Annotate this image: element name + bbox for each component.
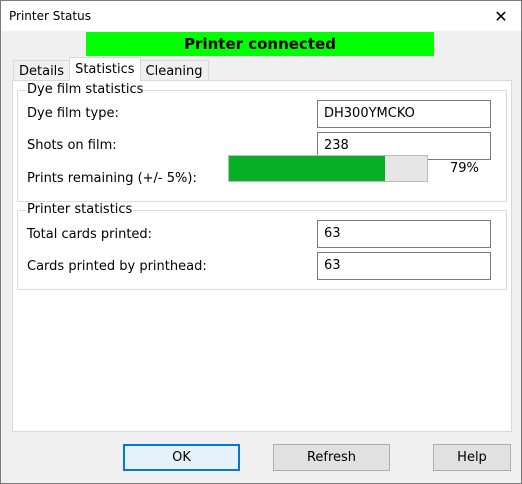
close-icon: ✕ (494, 6, 508, 26)
dye-film-group: Dye film statistics Dye film type: DH300… (17, 82, 507, 202)
tab-statistics[interactable]: Statistics (69, 57, 141, 81)
ok-button[interactable]: OK (123, 444, 240, 471)
printhead-cards-value: 63 (324, 258, 341, 273)
dye-film-type-field[interactable]: DH300YMCKO (317, 100, 491, 128)
tab-strip: Details Statistics Cleaning (13, 57, 209, 81)
refresh-button-label: Refresh (306, 450, 357, 465)
tab-details-label: Details (19, 63, 65, 79)
title-bar: Printer Status ✕ (1, 1, 521, 31)
total-cards-field[interactable]: 63 (317, 220, 491, 248)
prints-remaining-label: Prints remaining (+/- 5%): (27, 171, 197, 186)
printhead-cards-field[interactable]: 63 (317, 252, 491, 280)
tab-cleaning-label: Cleaning (145, 63, 203, 79)
total-cards-value: 63 (324, 226, 341, 241)
printhead-cards-label: Cards printed by printhead: (27, 259, 207, 274)
refresh-button[interactable]: Refresh (273, 444, 390, 471)
prints-remaining-percent: 79% (450, 161, 479, 176)
tab-details[interactable]: Details (13, 60, 71, 81)
shots-on-film-label: Shots on film: (27, 138, 117, 153)
dye-film-group-title: Dye film statistics (26, 82, 145, 97)
status-text: Printer connected (184, 35, 336, 53)
printer-stats-group-title: Printer statistics (26, 202, 134, 217)
status-banner: Printer connected (86, 32, 434, 56)
printer-stats-group: Printer statistics Total cards printed: … (17, 202, 507, 290)
tab-statistics-label: Statistics (75, 62, 135, 77)
progress-fill (229, 156, 386, 181)
ok-button-label: OK (172, 450, 191, 465)
tab-cleaning[interactable]: Cleaning (139, 60, 209, 81)
printer-status-window: Printer Status ✕ Printer connected Detai… (0, 0, 522, 484)
window-title: Printer Status (9, 9, 91, 23)
dye-film-type-value: DH300YMCKO (324, 106, 415, 121)
dye-film-type-label: Dye film type: (27, 106, 119, 121)
close-button[interactable]: ✕ (481, 1, 521, 31)
total-cards-label: Total cards printed: (27, 227, 153, 242)
shots-on-film-value: 238 (324, 138, 349, 153)
statistics-panel: Dye film statistics Dye film type: DH300… (12, 80, 512, 432)
help-button-label: Help (457, 450, 487, 465)
help-button[interactable]: Help (433, 444, 511, 471)
prints-remaining-progress (228, 155, 428, 182)
